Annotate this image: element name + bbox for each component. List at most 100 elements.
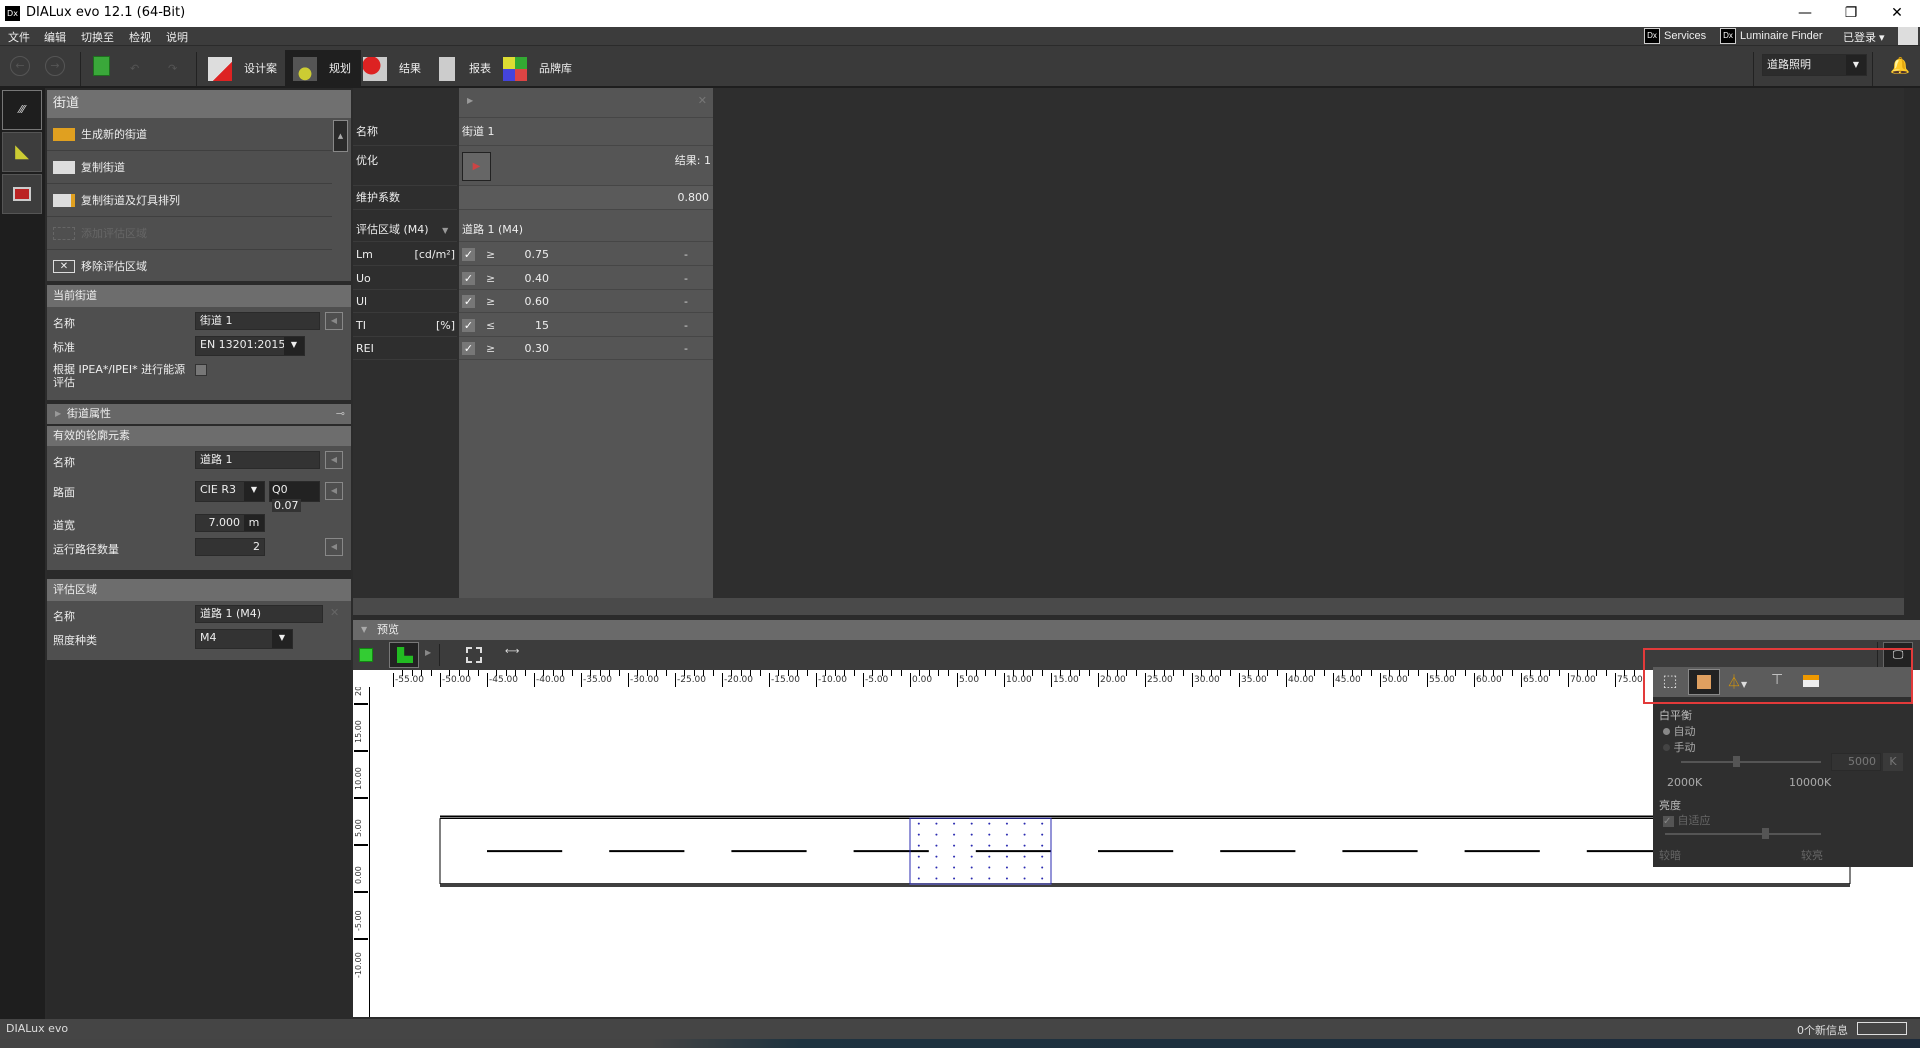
profile-name-input[interactable]: 道路 1 xyxy=(195,451,320,469)
redo-icon[interactable]: ↷ xyxy=(168,62,177,75)
2d-view-button[interactable] xyxy=(389,642,419,668)
standard-select[interactable]: EN 13201:2015 ▼ xyxy=(195,336,305,356)
criterion-target[interactable]: 15 xyxy=(509,314,549,337)
grid-point xyxy=(1023,866,1026,869)
tab-results[interactable]: 结果 xyxy=(355,50,431,88)
menu-view[interactable]: 检视 xyxy=(129,29,151,45)
actions-list: 生成新的街道 复制街道 复制街道及灯具排列 添加评估区域 ✕ 移除评估区域 ▲ xyxy=(47,118,351,281)
menu-edit[interactable]: 编辑 xyxy=(44,29,66,45)
optimize-play-button[interactable]: ▶ xyxy=(462,152,491,181)
slider-handle[interactable] xyxy=(1732,756,1740,767)
eval-name-input[interactable]: 道路 1 (M4) xyxy=(195,605,323,623)
services-button[interactable]: Dx Services xyxy=(1640,27,1710,45)
action-remove-eval-area[interactable]: ✕ 移除评估区域 xyxy=(47,250,332,283)
restore-button[interactable]: ❐ xyxy=(1828,0,1874,27)
preview-header[interactable]: ▼ 预览 xyxy=(353,620,1920,640)
menu-help[interactable]: 说明 xyxy=(166,29,188,45)
lanes-input[interactable]: 2 xyxy=(195,538,265,556)
street-name-input[interactable]: 街道 1 xyxy=(195,312,320,330)
tab-catalog[interactable]: 品牌库 xyxy=(495,50,582,88)
avatar[interactable] xyxy=(1898,27,1918,45)
criterion-checkbox[interactable]: ✓ xyxy=(462,342,475,355)
kelvin-input[interactable]: 5000 xyxy=(1831,753,1881,771)
manual-radio[interactable]: 手动 xyxy=(1663,739,1696,755)
bell-icon[interactable]: 🔔 xyxy=(1890,56,1910,75)
eval-area-mode-icon[interactable] xyxy=(2,174,42,214)
criterion-target[interactable]: 0.75 xyxy=(509,243,550,266)
action-copy-street[interactable]: 复制街道 xyxy=(47,151,332,184)
action-add-eval-area[interactable]: 添加评估区域 xyxy=(47,217,332,250)
value-column: ▶ ✕ 街道 1 ▶ 结果: 1 0.800 道路 1 (M4) ✓ ≥0.75- ✓ ≥… xyxy=(459,88,713,598)
catalog-icon xyxy=(503,57,527,81)
current-street-section: 名称 街道 1 ◀ 标准 EN 13201:2015 ▼ 根据 IPEA*/IPE… xyxy=(47,307,351,400)
pin-icon[interactable]: ⊸ xyxy=(336,404,345,424)
x-minor-tick xyxy=(844,670,846,676)
energy-checkbox[interactable] xyxy=(195,364,207,376)
criterion-target[interactable]: 0.40 xyxy=(509,267,550,290)
tab-design[interactable]: 设计案 xyxy=(200,50,287,88)
x-minor-tick xyxy=(787,670,789,676)
grid-point xyxy=(1023,877,1026,880)
vertical-scrollbar[interactable] xyxy=(1904,88,1920,598)
luminaire-finder-button[interactable]: Dx Luminaire Finder xyxy=(1716,27,1827,45)
class-select[interactable]: M4 ▼ xyxy=(195,629,293,649)
scroll-up-button[interactable]: ▲ xyxy=(333,120,348,152)
width-label: 道宽 xyxy=(53,519,75,532)
street-props-header[interactable]: 街道属性 ▶ ⊸ xyxy=(47,404,351,424)
action-copy-street-luminaires[interactable]: 复制街道及灯具排列 xyxy=(47,184,332,217)
eval-dropdown[interactable]: 评估区域 (M4) ▼ xyxy=(353,218,457,242)
minimize-button[interactable]: — xyxy=(1782,0,1828,27)
expand-icon[interactable]: ▶ xyxy=(467,96,473,105)
menu-file[interactable]: 文件 xyxy=(8,29,30,45)
remove-icon: ✕ xyxy=(53,260,75,273)
maintenance-value[interactable]: 0.800 xyxy=(459,186,713,210)
collapse-arrow-icon[interactable]: ◀ xyxy=(325,312,343,330)
close-button[interactable]: ✕ xyxy=(1874,0,1920,27)
dx-icon: Dx xyxy=(1644,28,1660,44)
grid-point xyxy=(1041,822,1044,825)
eval-label: 评估区域 (M4) xyxy=(356,223,429,236)
menu-switch[interactable]: 切换至 xyxy=(81,29,114,45)
criterion-target[interactable]: 0.60 xyxy=(509,290,550,313)
collapse-arrow-icon[interactable]: ◀ xyxy=(325,451,343,469)
white-balance-slider[interactable] xyxy=(1681,756,1821,767)
collapse-arrow-icon[interactable]: ◀ xyxy=(325,482,343,500)
slider-handle[interactable] xyxy=(1761,828,1769,839)
action-label: 移除评估区域 xyxy=(81,260,147,273)
more-icon[interactable]: ▶ xyxy=(425,648,431,657)
collapse-arrow-icon[interactable]: ◀ xyxy=(325,538,343,556)
x-minor-tick xyxy=(496,670,498,676)
3d-view-icon[interactable] xyxy=(359,648,373,662)
back-icon[interactable]: ← xyxy=(10,56,30,76)
q0-field[interactable]: Q0 0.07 xyxy=(269,481,320,512)
street-mode-icon[interactable]: ⁄⁄⁄ xyxy=(2,90,42,130)
brightness-slider[interactable] xyxy=(1665,828,1821,839)
surface-select[interactable]: CIE R3 ▼ xyxy=(195,481,265,502)
undo-icon[interactable]: ↶ xyxy=(130,62,139,75)
criterion-checkbox[interactable]: ✓ xyxy=(462,271,475,285)
tab-planning[interactable]: 规划 xyxy=(285,50,361,88)
width-input[interactable]: 7.000 m xyxy=(195,514,265,532)
x-minor-tick xyxy=(1022,670,1024,676)
criterion-checkbox[interactable]: ✓ xyxy=(462,248,475,261)
save-icon[interactable] xyxy=(93,56,110,76)
adaptive-checkbox[interactable]: ✓ 自适应 xyxy=(1663,812,1711,828)
auto-radio[interactable]: 自动 xyxy=(1663,723,1696,739)
tab-report[interactable]: 报表 xyxy=(425,50,501,88)
forward-icon[interactable]: → xyxy=(45,56,65,76)
luminaire-mode-icon[interactable]: ◣ xyxy=(2,132,42,172)
criterion-checkbox[interactable]: ✓ xyxy=(462,295,475,308)
criterion-target[interactable]: 0.30 xyxy=(509,337,550,360)
mode-select[interactable]: 道路照明 ▼ xyxy=(1762,54,1867,76)
close-icon[interactable]: ✕ xyxy=(698,94,707,107)
new-street-icon xyxy=(53,128,75,141)
grid-point xyxy=(917,855,920,858)
criterion-checkbox[interactable]: ✓ xyxy=(462,318,475,332)
horizontal-scrollbar[interactable] xyxy=(353,598,1904,615)
measure-icon[interactable]: ⟷ xyxy=(505,646,519,657)
messages-count[interactable]: 0个新信息 xyxy=(1797,1022,1848,1038)
close-icon[interactable]: ✕ xyxy=(330,606,339,619)
login-menu[interactable]: 已登录 ▾ xyxy=(1843,29,1885,45)
action-new-street[interactable]: 生成新的街道 xyxy=(47,118,332,151)
fit-view-icon[interactable] xyxy=(466,647,482,663)
